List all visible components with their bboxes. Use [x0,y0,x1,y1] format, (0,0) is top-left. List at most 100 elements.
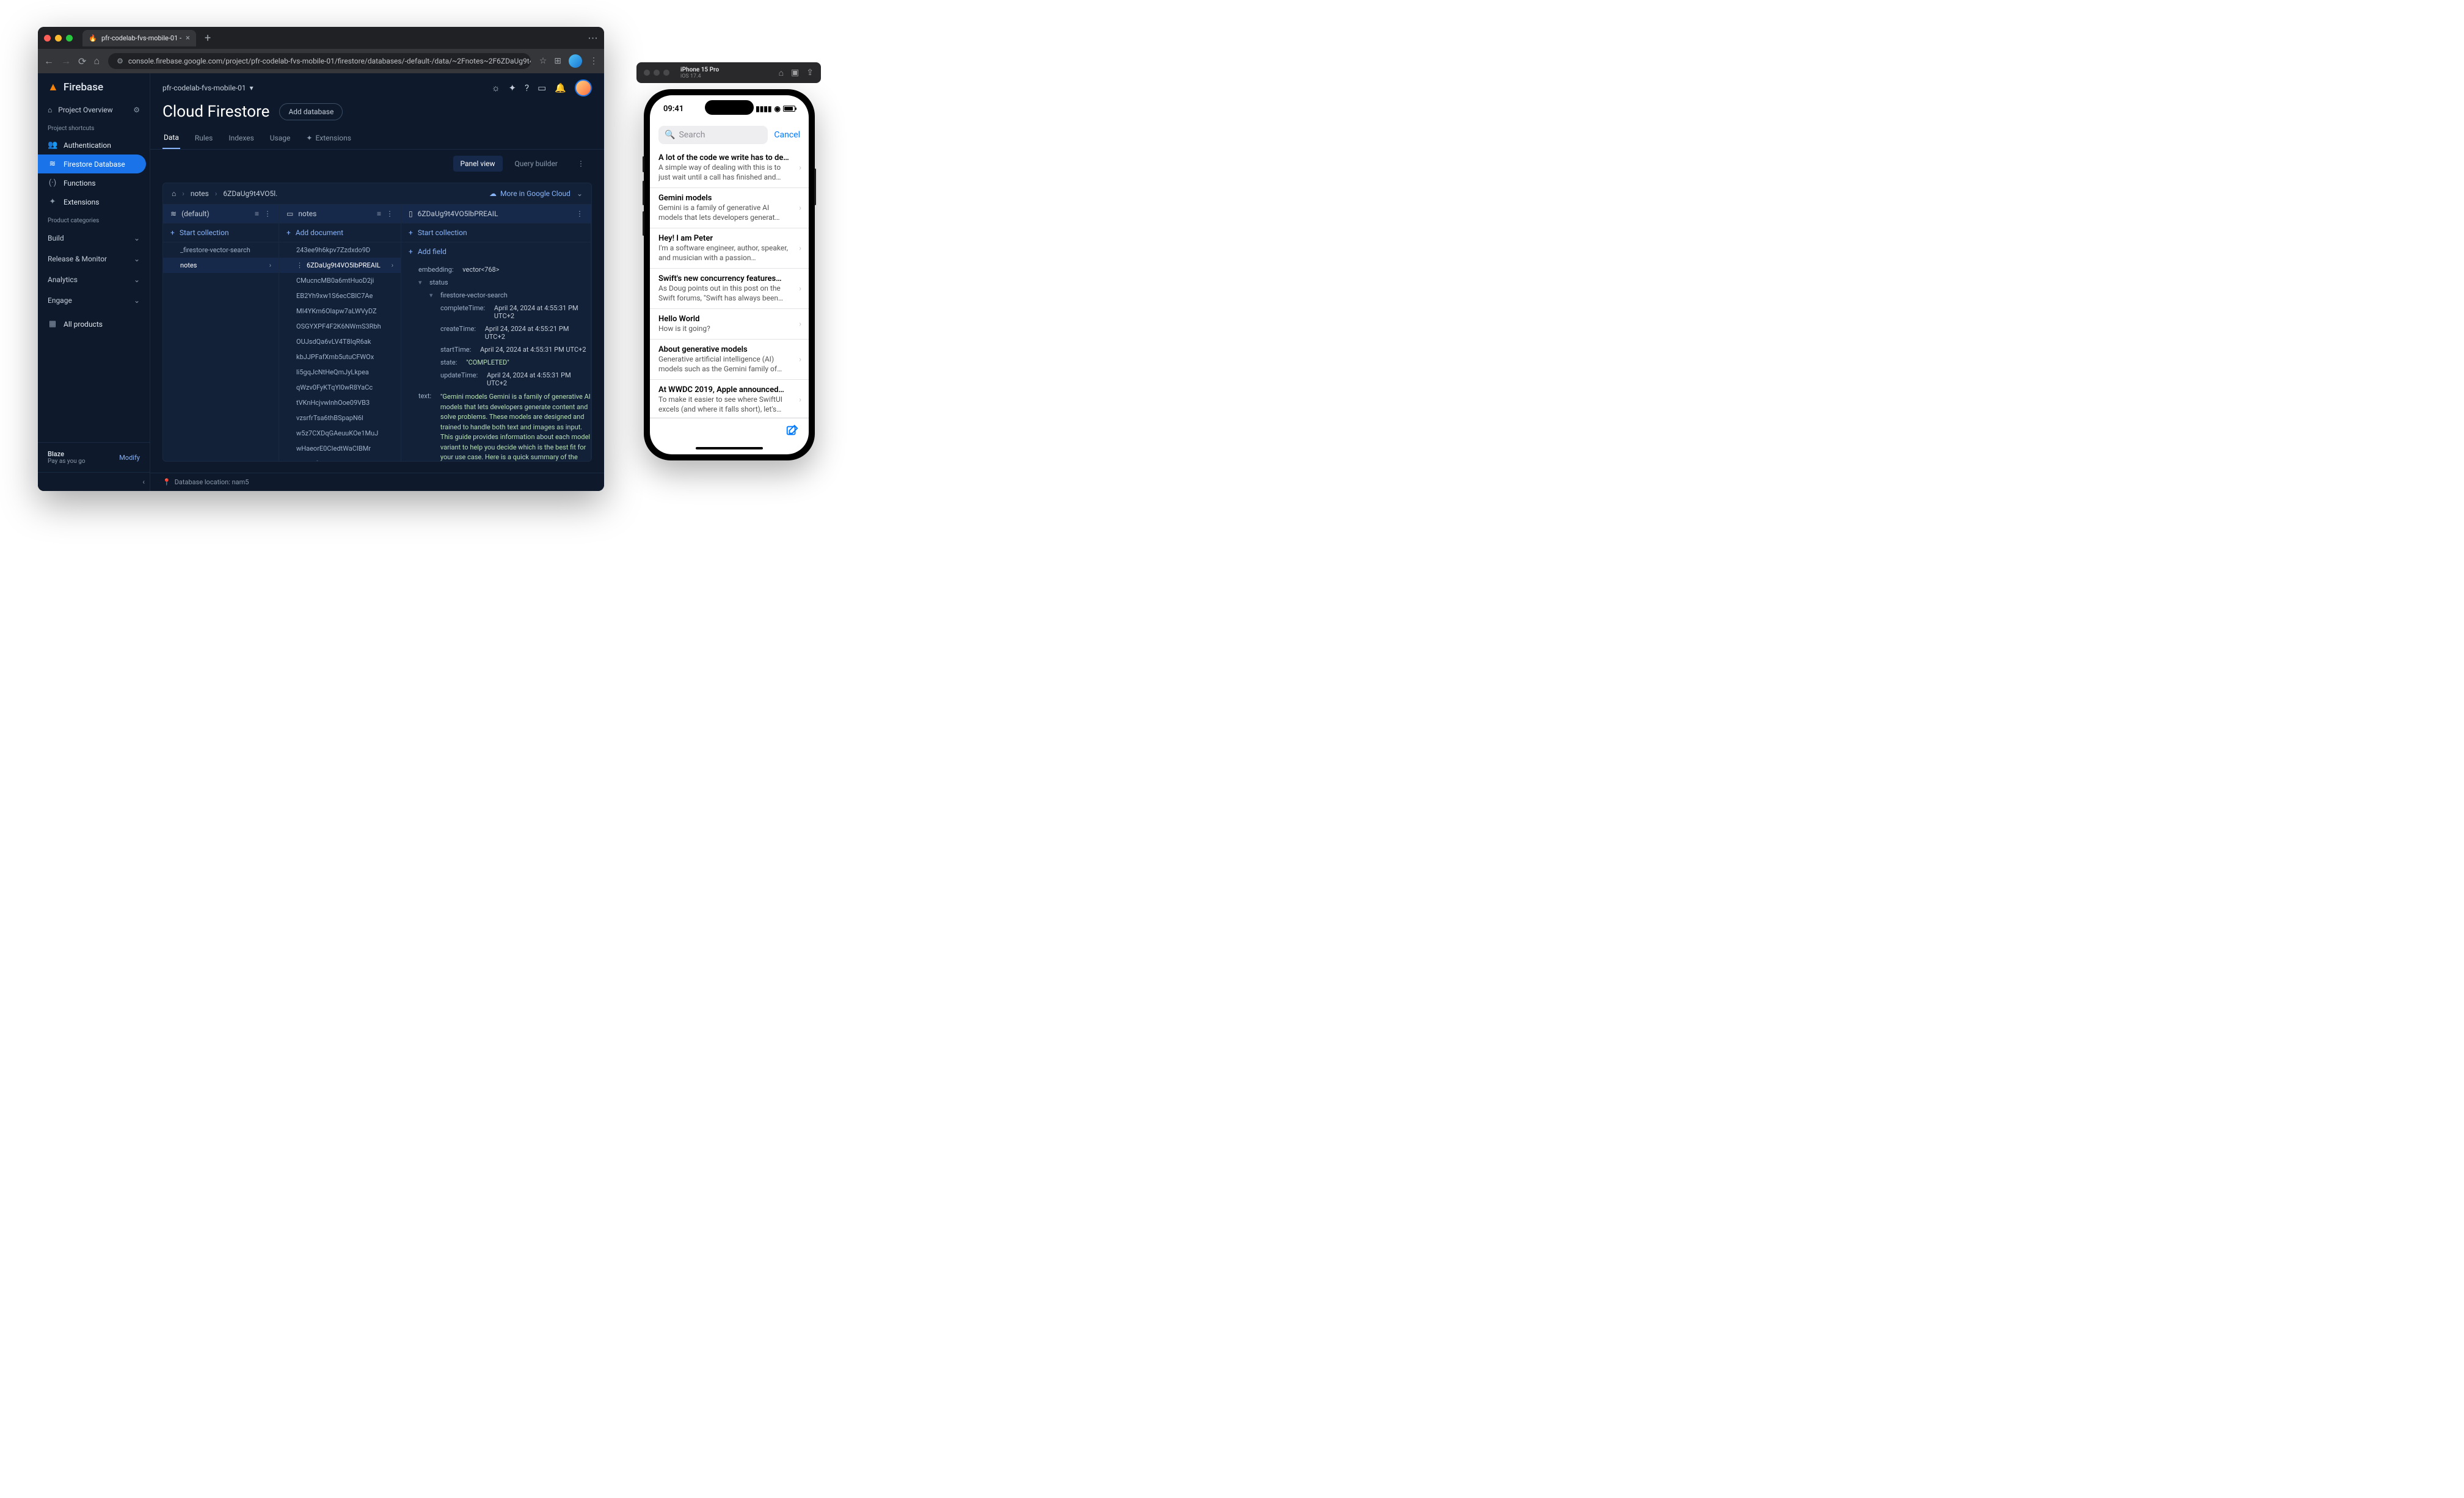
compose-button[interactable] [785,424,799,437]
more-in-cloud-link[interactable]: ☁ More in Google Cloud [489,189,570,198]
more-options-icon[interactable]: ⋮ [570,156,592,172]
add-field-button[interactable]: + Add field [401,242,591,261]
notifications-icon[interactable]: 🔔 [555,82,566,93]
cancel-button[interactable]: Cancel [774,130,800,140]
filter-icon[interactable]: ≡ [377,209,381,218]
add-database-button[interactable]: Add database [279,103,343,120]
col-menu-icon[interactable]: ⋮ [576,209,583,218]
note-cell[interactable]: Hey! I am PeterI'm a software engineer, … [650,228,809,269]
close-tab-icon[interactable]: × [186,34,190,43]
home-crumb-icon[interactable]: ⌂ [172,189,176,198]
row-menu-icon[interactable]: ⋮ [296,261,303,269]
sidebar-item-firestore-database[interactable]: ≋Firestore Database [38,155,146,173]
document-row[interactable]: w5z7CXDqGAeuuKOe1MuJ [279,426,401,441]
sidebar-item-extensions[interactable]: ✦Extensions [38,192,146,211]
field-nested-key[interactable]: firestore-vector-search [440,291,508,299]
profile-avatar-icon[interactable] [569,54,582,68]
tab-overflow-icon[interactable]: ⋮ [588,33,599,43]
new-tab-button[interactable]: + [205,32,211,45]
col-menu-icon[interactable]: ⋮ [264,209,271,218]
document-row[interactable]: OSGYXPF4F2K6NWmS3Rbh [279,319,401,334]
document-row[interactable]: wHaeorE0CIedtWaCIBMr [279,441,401,456]
category-build[interactable]: Build⌄ [38,228,150,249]
all-products-link[interactable]: ▦ All products [38,315,146,333]
tab-rules[interactable]: Rules [194,127,214,149]
field-status-key[interactable]: status [429,278,448,286]
tab-data[interactable]: Data [162,127,180,149]
document-row[interactable]: vzsrfrTsa6thBSpapN6l [279,410,401,426]
crumb-document[interactable]: 6ZDaUg9t4VO5l. [223,189,277,198]
category-release-monitor[interactable]: Release & Monitor⌄ [38,249,150,269]
theme-toggle-icon[interactable]: ☼ [492,82,500,93]
note-cell[interactable]: At WWDC 2019, Apple announced…To make it… [650,380,809,418]
firebase-logo[interactable]: ▲ Firebase [38,73,150,101]
close-window-icon[interactable] [44,35,51,42]
collection-row[interactable]: _firestore-vector-search [163,242,279,258]
document-row[interactable]: 243ee9h6kpv7Zzdxdo9D [279,242,401,258]
collection-row[interactable]: notes› [163,258,279,273]
note-cell[interactable]: Hello WorldHow is it going?› [650,309,809,340]
note-cell[interactable]: Swift's new concurrency features…As Doug… [650,269,809,309]
start-collection-button-2[interactable]: + Start collection [401,224,591,242]
document-row[interactable]: tVKnHcjvwlnhOoe09VB3 [279,395,401,410]
col-menu-icon[interactable]: ⋮ [386,209,393,218]
sparkle-icon[interactable]: ✦ [508,82,516,93]
collapse-sidebar-button[interactable]: ‹ [38,472,150,491]
back-icon[interactable]: ← [44,55,54,67]
document-row[interactable]: ⋮6ZDaUg9t4VO5lbPREAIL› [279,258,401,273]
category-analytics[interactable]: Analytics⌄ [38,269,150,290]
bookmark-icon[interactable]: ☆ [539,56,547,66]
browser-menu-icon[interactable]: ⋮ [589,56,598,66]
sidebar-item-functions[interactable]: (·)Functions [38,173,146,192]
help-icon[interactable]: ? [525,82,529,93]
sim-minimize-icon[interactable] [654,70,660,76]
extensions-icon[interactable]: ⊞ [554,56,561,66]
crumb-collection[interactable]: notes [191,189,209,198]
query-builder-button[interactable]: Query builder [508,156,565,172]
document-row[interactable]: CMucncMB0a6mtHuoD2ji [279,273,401,288]
address-field[interactable]: ⚙ console.firebase.google.com/project/pf… [108,53,531,69]
start-collection-button[interactable]: + Start collection [163,224,279,242]
chevron-right-icon: › [392,261,393,269]
tab-usage[interactable]: Usage [269,127,292,149]
modify-plan-link[interactable]: Modify [119,454,140,462]
notes-list[interactable]: A lot of the code we write has to de…A s… [650,148,809,418]
minimize-window-icon[interactable] [55,35,62,42]
project-overview-link[interactable]: ⌂ Project Overview ⚙ [38,101,150,119]
sim-screenshot-icon[interactable]: ▣ [791,68,799,78]
maximize-window-icon[interactable] [66,35,73,42]
document-row[interactable]: qWzv0FyKTqYl0wR8YaCc [279,380,401,395]
tab-extensions[interactable]: ✦Extensions [305,127,352,149]
category-engage[interactable]: Engage⌄ [38,290,150,311]
sim-close-icon[interactable] [644,70,650,76]
user-avatar-icon[interactable] [575,79,592,96]
note-cell[interactable]: About generative modelsGenerative artifi… [650,340,809,380]
sim-maximize-icon[interactable] [663,70,669,76]
document-row[interactable]: y26jksfYBSd83Rv30sWY [279,456,401,461]
document-row[interactable]: MI4YKm6Olapw7aLWVyDZ [279,304,401,319]
browser-tab[interactable]: 🔥 pfr-codelab-fvs-mobile-01 - × [82,30,196,46]
note-cell[interactable]: Gemini modelsGemini is a family of gener… [650,188,809,228]
filter-icon[interactable]: ≡ [255,209,259,218]
document-row[interactable]: kbJJPFafXmb5utuCFWOx [279,349,401,365]
sim-home-icon[interactable]: ⌂ [779,68,784,78]
forward-icon[interactable]: → [61,55,71,67]
home-icon[interactable]: ⌂ [93,55,100,67]
project-settings-icon[interactable]: ⚙ [133,106,140,114]
project-selector[interactable]: pfr-codelab-fvs-mobile-01 ▾ [162,84,253,92]
panel-view-button[interactable]: Panel view [453,156,503,172]
panel-expand-icon[interactable]: ⌄ [577,189,583,198]
document-row[interactable]: li5gqJcNtHeQmJyLkpea [279,365,401,380]
document-row[interactable]: EB2Yh9xw1S6ecCBlC7Ae [279,288,401,304]
document-row[interactable]: OUJsdQa6vLV4T8IqR6ak [279,334,401,349]
tab-indexes[interactable]: Indexes [227,127,255,149]
reload-icon[interactable]: ⟳ [78,56,86,67]
note-cell[interactable]: A lot of the code we write has to de…A s… [650,148,809,188]
site-settings-icon[interactable]: ⚙ [117,57,123,65]
search-input[interactable]: 🔍 Search [658,126,768,144]
sim-share-icon[interactable]: ⇪ [806,68,814,78]
add-document-button[interactable]: + Add document [279,224,401,242]
sidebar-item-authentication[interactable]: 👥Authentication [38,136,146,155]
home-indicator[interactable] [650,442,809,454]
news-icon[interactable]: ▭ [538,82,546,93]
